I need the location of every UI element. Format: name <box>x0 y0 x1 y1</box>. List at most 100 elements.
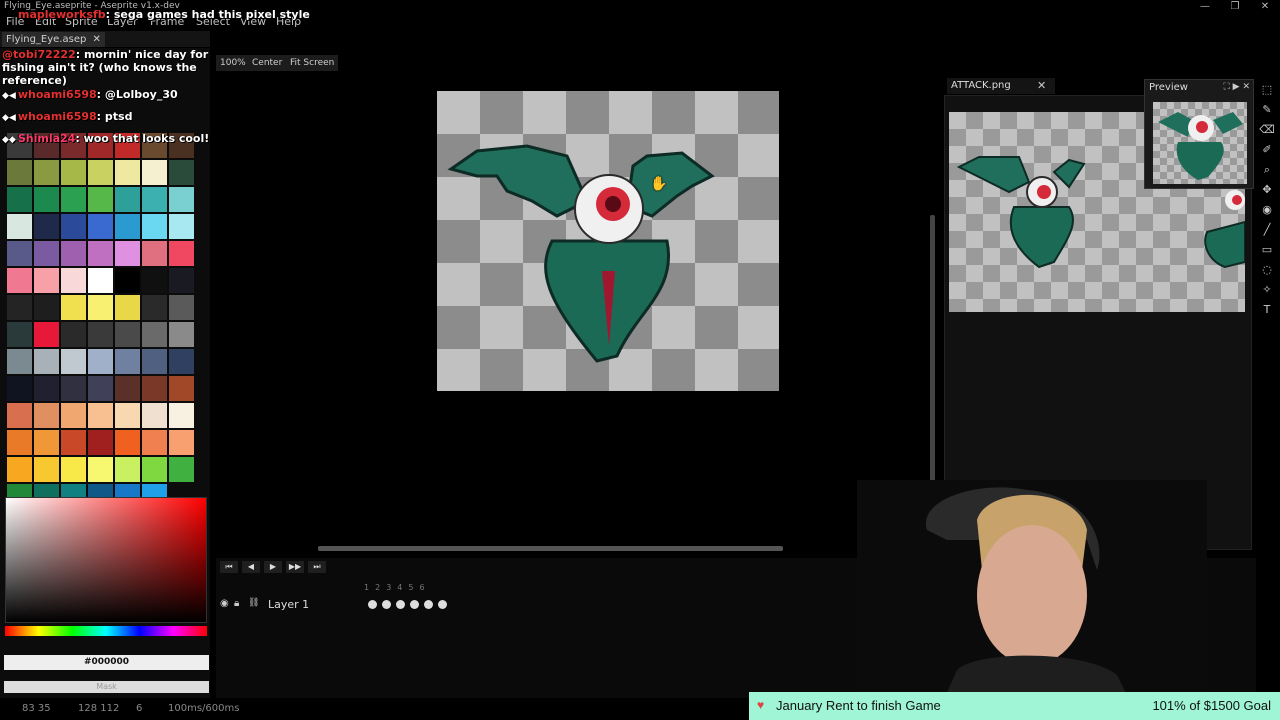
palette-swatch[interactable] <box>33 375 60 402</box>
palette-swatch[interactable] <box>6 267 33 294</box>
palette-swatch[interactable] <box>33 321 60 348</box>
palette-swatch[interactable] <box>60 348 87 375</box>
palette-swatch[interactable] <box>87 240 114 267</box>
palette-swatch[interactable] <box>168 321 195 348</box>
palette-swatch[interactable] <box>6 429 33 456</box>
preview-window[interactable]: Preview ⛶ ▶ ✕ <box>1144 79 1254 189</box>
palette-swatch[interactable] <box>87 294 114 321</box>
palette-swatch[interactable] <box>60 294 87 321</box>
frame-number[interactable]: 5 <box>408 583 413 592</box>
palette-swatch[interactable] <box>60 186 87 213</box>
blur-icon[interactable]: ✧ <box>1258 280 1276 300</box>
eraser-icon[interactable]: ⌫ <box>1258 120 1276 140</box>
palette-swatch[interactable] <box>168 213 195 240</box>
eyedropper-icon[interactable]: ✐ <box>1258 140 1276 160</box>
palette-swatch[interactable] <box>141 294 168 321</box>
palette-swatch[interactable] <box>114 186 141 213</box>
palette-swatch[interactable] <box>6 402 33 429</box>
contour-icon[interactable]: ◌ <box>1258 260 1276 280</box>
layer-row[interactable]: ◉ 🔒︎ ⛓ Layer 1 <box>218 598 458 612</box>
palette-swatch[interactable] <box>60 429 87 456</box>
palette-swatch[interactable] <box>87 213 114 240</box>
fill-icon[interactable]: ◉ <box>1258 200 1276 220</box>
palette-swatch[interactable] <box>33 267 60 294</box>
palette-swatch[interactable] <box>33 186 60 213</box>
palette-swatch[interactable] <box>87 321 114 348</box>
zoom-icon[interactable]: ⌕ <box>1258 160 1276 180</box>
marquee-icon[interactable]: ⬚ <box>1258 80 1276 100</box>
palette-swatch[interactable] <box>6 213 33 240</box>
text-icon[interactable]: T <box>1258 300 1276 320</box>
close-icon[interactable]: ✕ <box>1037 79 1046 92</box>
cel[interactable] <box>410 600 419 609</box>
last-frame-icon[interactable]: ⏭ <box>308 561 326 573</box>
first-frame-icon[interactable]: ⏮ <box>220 561 238 573</box>
maximize-button[interactable]: ❐ <box>1220 0 1250 14</box>
palette-swatch[interactable] <box>6 159 33 186</box>
palette-swatch[interactable] <box>87 186 114 213</box>
vertical-scrollbar[interactable] <box>930 215 935 495</box>
palette-swatch[interactable] <box>141 267 168 294</box>
palette-swatch[interactable] <box>60 375 87 402</box>
expand-icon[interactable]: ⛶ ▶ ✕ <box>1224 82 1250 92</box>
cel[interactable] <box>424 600 433 609</box>
palette-swatch[interactable] <box>87 375 114 402</box>
palette-swatch[interactable] <box>114 348 141 375</box>
palette-swatch[interactable] <box>114 456 141 483</box>
color-picker[interactable] <box>5 497 207 623</box>
palette-swatch[interactable] <box>168 267 195 294</box>
layer-name[interactable]: Layer 1 <box>268 598 309 611</box>
palette-swatch[interactable] <box>114 402 141 429</box>
palette-swatch[interactable] <box>141 321 168 348</box>
pencil-icon[interactable]: ✎ <box>1258 100 1276 120</box>
palette-swatch[interactable] <box>141 348 168 375</box>
palette-swatch[interactable] <box>168 294 195 321</box>
visibility-icon[interactable]: ◉ <box>220 598 229 609</box>
close-window-button[interactable]: ✕ <box>1250 0 1280 14</box>
palette-swatch[interactable] <box>6 294 33 321</box>
palette-swatch[interactable] <box>141 240 168 267</box>
palette-swatch[interactable] <box>87 159 114 186</box>
cel[interactable] <box>396 600 405 609</box>
cel[interactable] <box>368 600 377 609</box>
palette-swatch[interactable] <box>60 456 87 483</box>
palette-swatch[interactable] <box>6 348 33 375</box>
horizontal-scrollbar[interactable] <box>318 546 783 551</box>
palette-swatch[interactable] <box>6 186 33 213</box>
palette-swatch[interactable] <box>141 186 168 213</box>
palette-swatch[interactable] <box>6 375 33 402</box>
palette-swatch[interactable] <box>114 429 141 456</box>
frame-number[interactable]: 3 <box>386 583 391 592</box>
next-frame-icon[interactable]: ▶▶ <box>286 561 304 573</box>
palette-swatch[interactable] <box>141 375 168 402</box>
palette-swatch[interactable] <box>60 267 87 294</box>
palette-swatch[interactable] <box>87 429 114 456</box>
prev-frame-icon[interactable]: ◀ <box>242 561 260 573</box>
fit-screen-button[interactable]: Fit Screen <box>286 55 339 71</box>
palette-swatch[interactable] <box>60 240 87 267</box>
palette-swatch[interactable] <box>114 213 141 240</box>
palette-swatch[interactable] <box>87 348 114 375</box>
palette-swatch[interactable] <box>33 294 60 321</box>
play-icon[interactable]: ▶ <box>264 561 282 573</box>
mask-color-field[interactable]: Mask <box>4 681 209 693</box>
palette-swatch[interactable] <box>141 159 168 186</box>
minimize-button[interactable]: — <box>1190 0 1220 14</box>
link-icon[interactable]: ⛓ <box>248 598 259 608</box>
palette-swatch[interactable] <box>60 159 87 186</box>
palette-swatch[interactable] <box>6 240 33 267</box>
palette-swatch[interactable] <box>33 348 60 375</box>
rectangle-icon[interactable]: ▭ <box>1258 240 1276 260</box>
palette-swatch[interactable] <box>141 429 168 456</box>
palette-swatch[interactable] <box>114 240 141 267</box>
lock-icon[interactable]: 🔒︎ <box>234 598 239 609</box>
center-button[interactable]: Center <box>248 55 287 71</box>
document-tab[interactable]: Flying_Eye.asep ✕ <box>2 32 105 47</box>
palette-swatch[interactable] <box>87 402 114 429</box>
palette-swatch[interactable] <box>87 456 114 483</box>
palette-swatch[interactable] <box>114 294 141 321</box>
palette-swatch[interactable] <box>114 159 141 186</box>
palette-swatch[interactable] <box>168 186 195 213</box>
palette-swatch[interactable] <box>6 456 33 483</box>
palette-swatch[interactable] <box>168 375 195 402</box>
